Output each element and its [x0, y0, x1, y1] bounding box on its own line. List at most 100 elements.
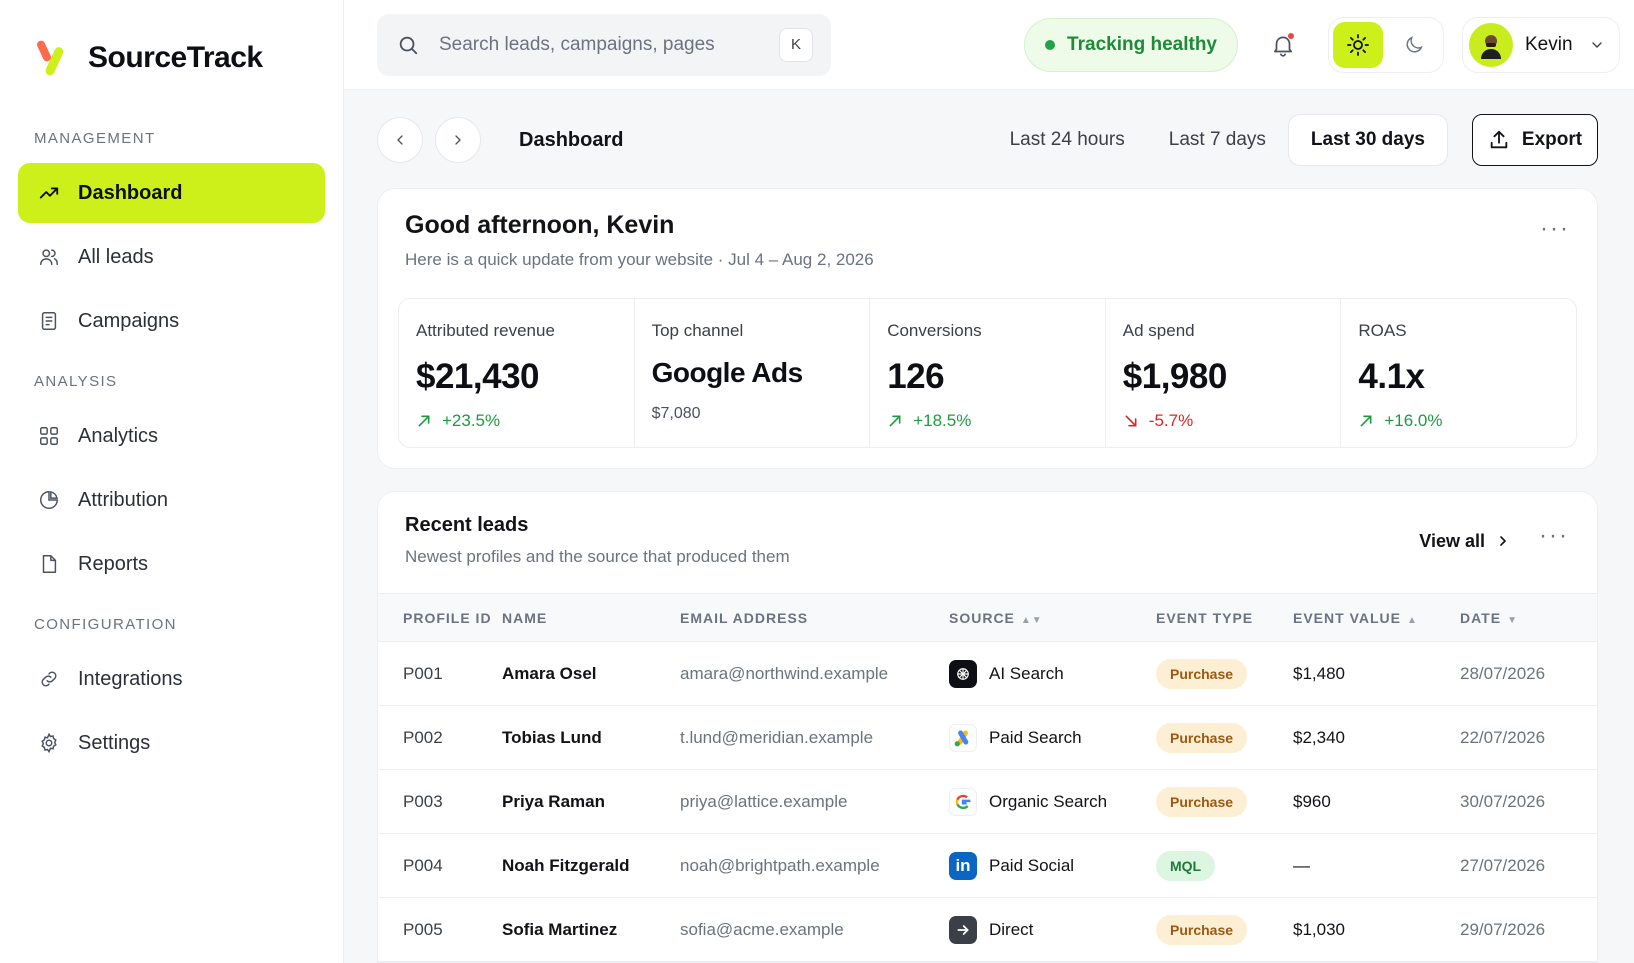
cell-date: 28/07/2026: [1460, 641, 1597, 706]
sidebar-item-label: Campaigns: [78, 309, 180, 332]
column-header-event-type[interactable]: EVENT TYPE: [1156, 594, 1293, 642]
recent-leads-card: Recent leads Newest profiles and the sou…: [377, 491, 1598, 963]
sidebar-item-settings[interactable]: Settings: [18, 713, 325, 773]
cell-date: 30/07/2026: [1460, 769, 1597, 834]
page-title: Dashboard: [519, 128, 624, 151]
search-icon: [399, 36, 418, 54]
export-label: Export: [1521, 129, 1583, 150]
cell-event-type: Purchase: [1156, 897, 1293, 962]
table-row[interactable]: P004 Noah Fitzgerald noah@brightpath.exa…: [378, 833, 1597, 898]
sidebar-item-analytics[interactable]: Analytics: [18, 406, 325, 466]
source-chip: Paid Search: [949, 723, 1156, 752]
sort-icon[interactable]: ▲: [1407, 615, 1418, 626]
cell-email[interactable]: t.lund@meridian.example: [680, 705, 949, 770]
source-label: Paid Search: [989, 727, 1082, 747]
sun-icon: [1347, 33, 1369, 56]
range-last-7-days[interactable]: Last 7 days: [1147, 114, 1288, 166]
stat-delta: +16.0%: [1358, 411, 1576, 431]
range-last-30-days[interactable]: Last 30 days: [1287, 114, 1448, 166]
stat-delta: +23.5%: [416, 411, 634, 431]
cell-name: Tobias Lund: [502, 705, 680, 770]
sidebar-item-label: All leads: [78, 245, 154, 268]
stats-row: Attributed revenue $21,430 +23.5% Top ch…: [398, 298, 1577, 448]
sort-icon[interactable]: ▲▼: [1021, 615, 1043, 626]
column-header-label: EVENT VALUE: [1293, 609, 1401, 626]
forward-button[interactable]: [435, 117, 481, 163]
cell-event-value: $1,480: [1293, 641, 1460, 706]
brand[interactable]: SourceTrack: [18, 36, 325, 80]
link-icon: [41, 671, 57, 687]
cell-event-value: $2,340: [1293, 705, 1460, 770]
recent-leads-subtitle: Newest profiles and the source that prod…: [405, 547, 790, 566]
leads-more-button[interactable]: ···: [1539, 524, 1569, 548]
source-chip: AI Search: [949, 659, 1156, 688]
summary-more-button[interactable]: ···: [1540, 217, 1570, 270]
search-box[interactable]: K: [377, 13, 831, 76]
stat-value: Google Ads: [651, 357, 804, 388]
trending-up-icon: [39, 187, 59, 199]
search-input[interactable]: [439, 33, 759, 56]
cell-source: in Paid Social: [949, 833, 1156, 898]
sidebar-item-integrations[interactable]: Integrations: [18, 649, 325, 709]
user-menu[interactable]: Kevin: [1462, 16, 1620, 73]
table-row[interactable]: P002 Tobias Lund t.lund@meridian.example…: [378, 705, 1597, 770]
stat-label: Top channel: [651, 321, 744, 340]
table-row[interactable]: P001 Amara Osel amara@northwind.example …: [378, 641, 1597, 706]
stat-delta-value: +18.5%: [913, 411, 972, 430]
sidebar-item-campaigns[interactable]: Campaigns: [18, 291, 325, 351]
view-all-link[interactable]: View all: [1419, 526, 1511, 556]
nav-section-configuration: CONFIGURATION Integrations Settings: [18, 616, 325, 773]
sidebar-item-dashboard[interactable]: Dashboard: [18, 163, 325, 223]
export-button[interactable]: Export: [1472, 114, 1598, 166]
column-header-event-value[interactable]: EVENT VALUE ▲: [1293, 594, 1460, 642]
table-row[interactable]: P005 Sofia Martinez sofia@acme.example D…: [378, 897, 1597, 962]
summary-header: Good afternoon, Kevin Here is a quick up…: [398, 211, 1577, 270]
gear-icon: [41, 732, 57, 754]
logo-icon: [37, 40, 64, 76]
stat-delta-value: -5.7%: [1148, 411, 1194, 430]
range-last-24-hours[interactable]: Last 24 hours: [988, 114, 1147, 166]
sidebar-item-reports[interactable]: Reports: [18, 534, 325, 594]
sort-icon[interactable]: ▼: [1507, 615, 1518, 626]
users-icon: [40, 249, 58, 266]
chevron-right-icon: [455, 135, 461, 145]
cell-email[interactable]: sofia@acme.example: [680, 897, 949, 962]
stat-attributed-revenue: Attributed revenue $21,430 +23.5%: [399, 299, 635, 447]
grid-icon: [40, 427, 58, 445]
column-header-name[interactable]: NAME: [502, 594, 680, 642]
tracking-status-badge[interactable]: Tracking healthy: [1024, 17, 1238, 72]
back-button[interactable]: [377, 117, 423, 163]
arrow-down-right-icon: [1125, 415, 1137, 427]
sidebar-item-all-leads[interactable]: All leads: [18, 227, 325, 287]
cell-source: Paid Search: [949, 705, 1156, 770]
light-mode-button[interactable]: [1333, 21, 1383, 68]
notification-dot: [1288, 32, 1294, 39]
cell-event-value: $1,030: [1293, 897, 1460, 962]
google-ads-icon: [949, 723, 977, 752]
cell-event-value: —: [1293, 833, 1460, 898]
search-shortcut-key: K: [779, 27, 813, 62]
page-toolbar: Dashboard Last 24 hours Last 7 days Last…: [377, 114, 1598, 166]
cell-email[interactable]: noah@brightpath.example: [680, 833, 949, 898]
nav-section-analysis: ANALYSIS Analytics Attribution Reports: [18, 373, 325, 594]
theme-toggle: [1328, 16, 1444, 73]
dark-mode-button[interactable]: [1389, 22, 1439, 68]
column-header-profile-id[interactable]: PROFILE ID: [378, 594, 502, 642]
stat-label: Attributed revenue: [416, 321, 555, 340]
column-header-source[interactable]: SOURCE ▲▼: [949, 594, 1156, 642]
cell-email[interactable]: amara@northwind.example: [680, 641, 949, 706]
google-icon: [949, 787, 977, 816]
sidebar-item-label: Attribution: [78, 488, 169, 511]
chevron-left-icon: [397, 135, 403, 145]
stat-conversions: Conversions 126 +18.5%: [870, 299, 1106, 447]
cell-email[interactable]: priya@lattice.example: [680, 769, 949, 834]
arrow-up-right-icon: [889, 415, 901, 427]
notifications-button[interactable]: [1258, 20, 1308, 70]
column-header-date[interactable]: DATE ▼: [1460, 594, 1597, 642]
sidebar-item-label: Analytics: [78, 424, 159, 447]
column-header-email[interactable]: EMAIL ADDRESS: [680, 594, 949, 642]
sidebar-item-attribution[interactable]: Attribution: [18, 470, 325, 530]
tracking-status-label: Tracking healthy: [1067, 33, 1217, 55]
table-row[interactable]: P003 Priya Raman priya@lattice.example O…: [378, 769, 1597, 834]
main: K Tracking healthy: [344, 0, 1634, 963]
